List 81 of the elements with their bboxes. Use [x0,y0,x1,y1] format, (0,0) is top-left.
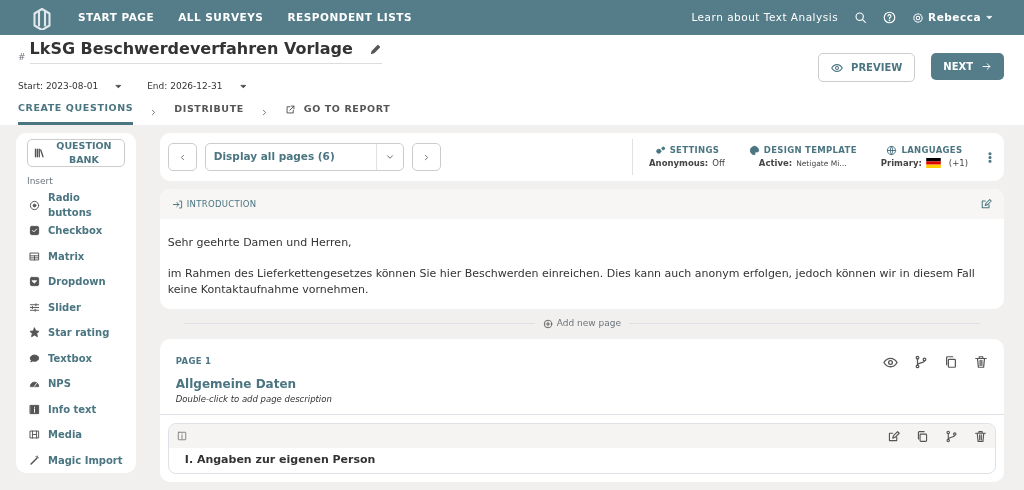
dropdown-icon [29,276,40,288]
books-icon [34,147,46,159]
intro-paragraph: im Rahmen des Lieferkettengesetzes können Sie hier Beschwerden einreichen. Dies kann auch anonym erfolgen, jedoch können wir in diesem Fall keine Kontaktaufnahme vornehmen. [167,266,976,298]
gear-icon [912,11,925,24]
info-icon [29,403,40,415]
question-type-item[interactable]: Media [27,422,125,448]
checkbox-icon [29,225,40,237]
page-number: PAGE 1 [175,354,213,368]
search-icon[interactable] [854,11,868,24]
page-select[interactable]: Display all pages (6) [204,143,404,171]
logo-icon [30,5,54,30]
question-type-item[interactable]: Checkbox [27,218,125,244]
languages-label: Primary: [880,157,922,170]
user-menu[interactable]: Rebecca [912,9,994,26]
page-title: Allgemeine Daten [175,376,298,394]
branch-icon[interactable] [945,429,958,443]
caret-icon [985,13,994,22]
question-type-item[interactable]: Star rating [27,320,125,346]
arrow-right-icon [981,61,992,72]
copy-icon[interactable] [916,429,929,443]
languages-link[interactable]: LANGUAGES [886,144,963,157]
question-type-item[interactable]: Info text [27,396,125,422]
settings-label: Anonymous: [649,157,709,170]
question-type-item[interactable]: Slider [27,294,125,320]
grid-icon [29,250,40,262]
design-template-label: Active: [758,157,793,170]
nav-link[interactable]: ALL SURVEYS [178,9,264,26]
speech-bubble-icon [29,352,40,364]
survey-title-field[interactable]: LkSG Beschwerdeverfahren Vorlage [29,37,382,64]
survey-title: LkSG Beschwerdeverfahren Vorlage [29,38,353,60]
magic-wand-icon [29,454,40,466]
info-icon [176,431,187,442]
branch-icon[interactable] [914,354,928,369]
preview-button[interactable]: PREVIEW [818,53,916,82]
hash-mark: # [18,50,26,64]
step-tab[interactable]: GO TO REPORT [284,102,391,124]
question-type-item[interactable]: Dropdown [27,269,125,295]
nav-link[interactable]: RESPONDENT LISTS [287,9,413,26]
intro-paragraph: Sehr geehrte Damen und Herren, [167,235,353,251]
radio-icon [29,199,40,211]
help-icon[interactable] [883,11,897,24]
settings-link[interactable]: SETTINGS [654,144,720,157]
trash-icon[interactable] [974,354,988,369]
language-count: (+1) [948,157,968,170]
question-bank-button[interactable]: QUESTION BANK [27,139,125,167]
external-link-icon [284,103,296,115]
edit-icon[interactable] [980,198,992,210]
step-tab[interactable]: DISTRIBUTE [174,102,244,124]
copy-icon[interactable] [944,354,958,369]
nav-link[interactable]: START PAGE [78,9,155,26]
gauge-icon [29,378,40,390]
step-tab[interactable]: CREATE QUESTIONS [18,100,134,125]
page-description: Double-click to add page description [175,393,332,407]
question-type-item[interactable]: NPS [27,371,125,397]
date-dropdown[interactable]: Start: 2023-08-01 [18,80,124,94]
question-type-item[interactable]: Magic Import [27,447,125,473]
edit-icon[interactable] [887,429,900,443]
trash-icon[interactable] [974,429,987,443]
sliders-icon [29,301,40,313]
star-icon [29,327,40,339]
eye-icon [831,61,844,74]
learn-link[interactable]: Learn about Text Analysis [691,9,839,26]
design-template-link[interactable]: DESIGN TEMPLATE [748,144,857,157]
question-type-item[interactable]: Textbox [27,345,125,371]
add-page-link[interactable]: Add new page [542,317,621,331]
question-type-item[interactable]: Matrix [27,243,125,269]
german-flag-icon [925,158,941,169]
chevron-down-icon [384,152,395,162]
sign-in-icon [171,198,183,210]
next-button[interactable]: NEXT [931,53,1004,80]
plus-circle-icon [542,318,553,329]
settings-value: Off [712,157,725,170]
film-icon [29,429,40,441]
date-dropdown[interactable]: End: 2026-12-31 [147,80,248,94]
introduction-title: INTRODUCTION [186,197,257,211]
pencil-icon[interactable] [368,42,382,56]
insert-label: Insert [27,175,54,188]
question-title: I. Angaben zur eigenen Person [183,452,377,469]
question-type-item[interactable]: Radio buttons [27,192,125,218]
palette-icon [748,145,760,157]
globe-icon [886,145,898,157]
